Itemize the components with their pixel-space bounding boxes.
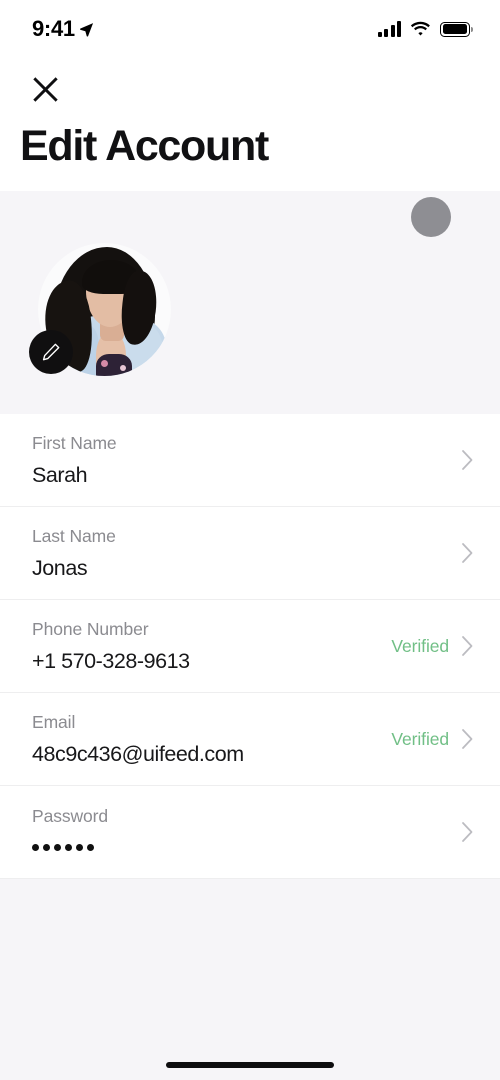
status-badge-verified: Verified xyxy=(391,728,449,749)
bottom-filler xyxy=(0,879,500,1080)
close-button[interactable] xyxy=(22,68,68,110)
close-icon xyxy=(32,76,58,102)
field-label: Email xyxy=(32,711,76,732)
field-value: 48c9c436@uifeed.com xyxy=(32,741,244,766)
field-label: Password xyxy=(32,806,109,827)
field-value-masked xyxy=(32,836,451,858)
signal-bars-icon xyxy=(377,21,401,37)
battery-full-icon xyxy=(440,21,474,37)
field-row-last-name[interactable]: Last Name Jonas xyxy=(0,507,500,601)
field-content: Last Name Jonas xyxy=(32,526,451,581)
field-row-password[interactable]: Password xyxy=(0,786,500,880)
field-row-phone-number[interactable]: Phone Number +1 570-328-9613 Verified xyxy=(0,600,500,694)
chevron-right-icon xyxy=(462,729,473,750)
field-content: Email 48c9c436@uifeed.com xyxy=(32,712,381,767)
status-time: 9:41 xyxy=(32,16,75,41)
avatar-section xyxy=(0,191,500,415)
field-trailing xyxy=(451,542,474,564)
chevron-right-icon xyxy=(462,636,473,657)
status-badge-verified: Verified xyxy=(391,635,449,656)
field-value: +1 570-328-9613 xyxy=(32,648,190,673)
field-label: Last Name xyxy=(32,525,116,546)
page-title: Edit Account xyxy=(20,122,269,170)
header: Edit Account xyxy=(0,58,500,169)
field-content: Phone Number +1 570-328-9613 xyxy=(32,619,381,674)
field-content: First Name Sarah xyxy=(32,433,451,488)
location-arrow-icon xyxy=(79,22,93,37)
gray-circle-placeholder xyxy=(411,197,451,238)
account-fields-list: First Name Sarah Last Name Jonas Phone N… xyxy=(0,414,500,880)
field-value: Sarah xyxy=(32,462,88,487)
chevron-right-icon xyxy=(462,822,473,843)
avatar-wrapper xyxy=(29,243,171,377)
edit-account-screen: 9:41 Edit Account First Name Sarah Last … xyxy=(0,0,500,1080)
field-row-first-name[interactable]: First Name Sarah xyxy=(0,414,500,508)
status-icons xyxy=(377,21,474,37)
avatar-photo-floral-top xyxy=(96,354,132,377)
field-label: Phone Number xyxy=(32,618,149,639)
field-label: First Name xyxy=(32,432,117,453)
status-time-group: 9:41 xyxy=(32,16,94,42)
field-value: Jonas xyxy=(32,555,88,580)
wifi-icon xyxy=(410,21,430,36)
field-content: Password xyxy=(32,806,451,858)
edit-avatar-button[interactable] xyxy=(29,330,73,375)
chevron-right-icon xyxy=(462,543,473,564)
field-row-email[interactable]: Email 48c9c436@uifeed.com Verified xyxy=(0,693,500,787)
field-trailing xyxy=(451,821,474,843)
field-trailing: Verified xyxy=(381,728,474,750)
field-trailing xyxy=(451,449,474,471)
pencil-icon xyxy=(42,343,60,361)
home-indicator[interactable] xyxy=(166,1062,334,1068)
field-trailing: Verified xyxy=(381,635,474,657)
chevron-right-icon xyxy=(462,450,473,471)
status-bar: 9:41 xyxy=(0,0,500,58)
